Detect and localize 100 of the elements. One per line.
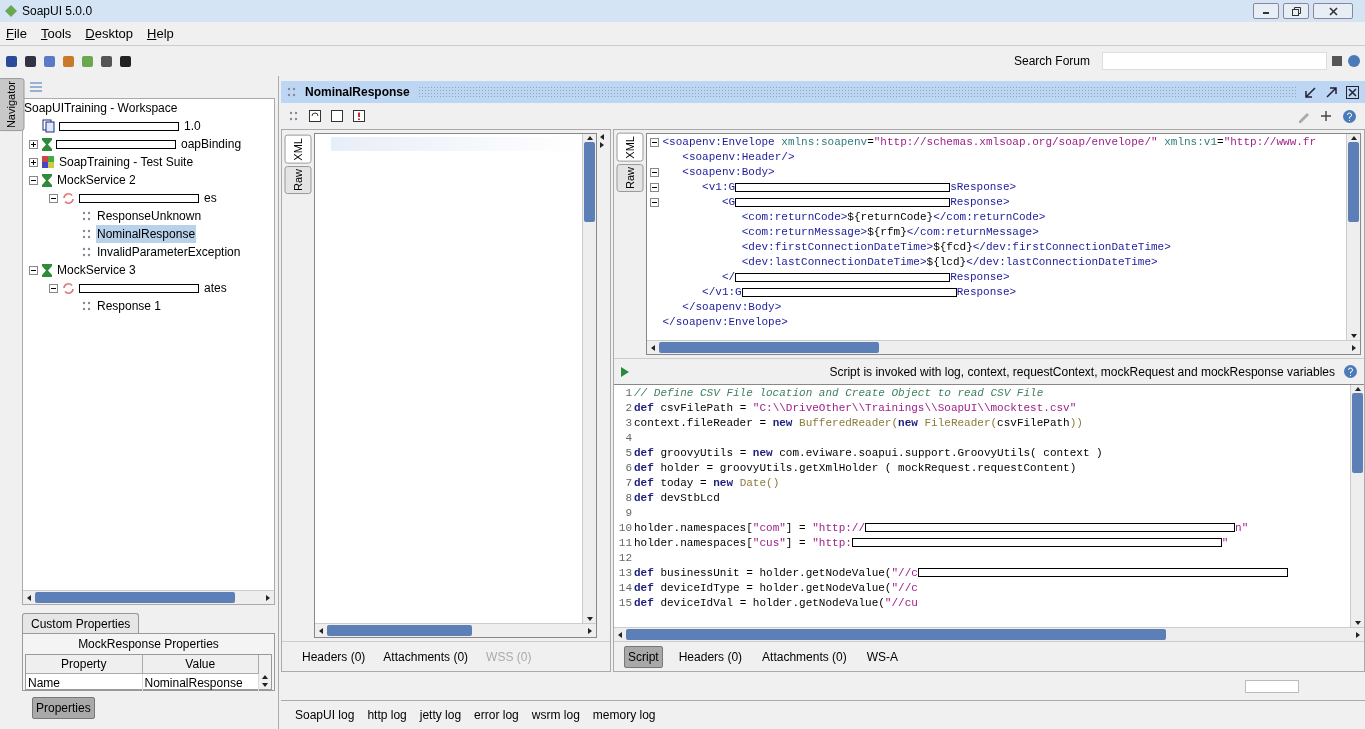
- horizontal-scrollbar[interactable]: [646, 340, 1360, 354]
- code-line: holder.namespaces["com"] = "http://: [634, 520, 866, 536]
- search-field[interactable]: [1102, 52, 1327, 70]
- fold-toggle[interactable]: [650, 198, 659, 207]
- scroll-thumb[interactable]: [326, 625, 472, 636]
- side-tab[interactable]: XML: [617, 133, 644, 162]
- editor-tab[interactable]: WS-A: [862, 645, 903, 668]
- fold-toggle[interactable]: [650, 138, 659, 147]
- minimize-button[interactable]: [1253, 3, 1279, 19]
- maximize-button[interactable]: [1283, 3, 1309, 19]
- scroll-thumb[interactable]: [1352, 393, 1363, 473]
- alert-icon[interactable]: [353, 110, 365, 122]
- scroll-arrow-icon[interactable]: [1353, 385, 1362, 393]
- line-number: 15: [617, 595, 633, 611]
- tree-item[interactable]: es: [203, 189, 218, 207]
- log-tab[interactable]: jetty log: [419, 706, 462, 724]
- tree-item[interactable]: SoapTraining - Test Suite: [58, 153, 195, 171]
- close-icon[interactable]: [1346, 85, 1359, 99]
- expand-toggle[interactable]: [29, 157, 38, 167]
- vertical-scrollbar[interactable]: [1350, 385, 1364, 627]
- scroll-arrow-icon[interactable]: [25, 593, 33, 602]
- scroll-thumb[interactable]: [35, 592, 235, 603]
- scroll-thumb[interactable]: [584, 142, 595, 222]
- collapse-toggle[interactable]: [29, 175, 38, 185]
- editor-tab[interactable]: Script: [624, 645, 663, 668]
- horizontal-scrollbar[interactable]: [614, 627, 1364, 641]
- editor-tab[interactable]: Attachments (0): [381, 647, 471, 666]
- tree-item[interactable]: MockService 2: [56, 171, 137, 189]
- column-header[interactable]: Property: [26, 655, 143, 674]
- tree-item[interactable]: 1.0: [183, 117, 202, 135]
- scroll-arrow-icon[interactable]: [264, 593, 272, 602]
- side-tab[interactable]: XML: [285, 135, 312, 164]
- code-line: def devStbLcd: [634, 490, 720, 506]
- plus-icon[interactable]: [1320, 110, 1332, 122]
- horizontal-scrollbar[interactable]: [23, 590, 274, 604]
- tree-item[interactable]: Response 1: [96, 297, 163, 315]
- vertical-scrollbar[interactable]: [259, 655, 271, 689]
- xml-line: </: [720, 270, 736, 285]
- hourglass-icon: [42, 173, 52, 187]
- script-editor[interactable]: [614, 384, 1364, 641]
- menu-item[interactable]: File: [6, 23, 27, 44]
- xml-line: <G: [720, 195, 736, 210]
- scroll-arrow-icon[interactable]: [616, 630, 624, 639]
- collapse-toggle[interactable]: [29, 265, 38, 275]
- collapse-toggle[interactable]: [49, 283, 58, 293]
- close-button[interactable]: [1313, 3, 1353, 19]
- side-tab[interactable]: Raw: [617, 163, 644, 192]
- line-number: 9: [624, 505, 633, 521]
- fold-toggle[interactable]: [650, 168, 659, 177]
- scroll-thumb[interactable]: [626, 629, 1166, 640]
- script-hint: Script is invoked with log, context, requestContext, mockRequest and mockResponse variables: [829, 363, 1335, 381]
- tree-item[interactable]: SoapUITraining - Workspace: [23, 99, 179, 117]
- refresh-icon[interactable]: [309, 110, 321, 122]
- collapse-toggle[interactable]: [49, 193, 58, 203]
- line-number: 5: [624, 445, 633, 461]
- xml-line: Response>: [950, 270, 1010, 285]
- tree-item[interactable]: ates: [203, 279, 228, 297]
- vertical-scrollbar[interactable]: [1346, 134, 1360, 340]
- vertical-scrollbar[interactable]: [582, 134, 596, 623]
- menu-item[interactable]: Help: [147, 23, 174, 44]
- log-tab[interactable]: memory log: [592, 706, 656, 724]
- dock-icon[interactable]: [1304, 85, 1317, 99]
- play-icon[interactable]: [620, 365, 630, 378]
- search-label: Search Forum: [1013, 53, 1090, 70]
- properties-button[interactable]: Properties: [32, 697, 95, 719]
- soap-icon: [82, 246, 92, 258]
- custom-properties-tab[interactable]: Custom Properties: [22, 613, 140, 633]
- menu-item[interactable]: Tools: [40, 23, 72, 44]
- tree-item[interactable]: oapBinding: [180, 135, 243, 153]
- response-xml-editor[interactable]: [645, 133, 1361, 355]
- square-icon[interactable]: [331, 110, 343, 122]
- navigator-tab[interactable]: Navigator: [0, 78, 25, 132]
- code-line: def deviceIdType = holder.getNodeValue("//c: [634, 580, 918, 596]
- line-number: 2: [624, 400, 633, 416]
- column-header[interactable]: Value: [142, 655, 259, 674]
- tree-item[interactable]: MockService 3: [56, 261, 137, 279]
- tree-item[interactable]: NominalResponse: [96, 225, 197, 243]
- log-tab[interactable]: error log: [474, 706, 519, 724]
- scroll-thumb[interactable]: [658, 342, 879, 353]
- tree-item[interactable]: ResponseUnknown: [96, 207, 203, 225]
- fold-toggle[interactable]: [650, 183, 659, 192]
- soap-icon: [287, 86, 297, 98]
- tree-item[interactable]: InvalidParameterException: [96, 243, 242, 261]
- scroll-thumb[interactable]: [1348, 142, 1359, 222]
- editor-tab[interactable]: Headers (0): [300, 647, 368, 666]
- expand-toggle[interactable]: [29, 139, 38, 149]
- log-tab[interactable]: wsrm log: [531, 706, 580, 724]
- log-tab[interactable]: http log: [367, 706, 407, 724]
- code-line: def holder = groovyUtils.getXmlHolder ( mockRequest.requestContent): [634, 460, 1077, 476]
- editor-tab[interactable]: Headers (0): [674, 645, 747, 668]
- horizontal-scrollbar[interactable]: [314, 623, 596, 637]
- scroll-arrow-icon[interactable]: [1349, 134, 1358, 142]
- side-tab[interactable]: Raw: [285, 165, 312, 194]
- menu-item[interactable]: Desktop: [85, 23, 134, 44]
- xml-line: <soapenv:Body>: [681, 165, 775, 180]
- soap-icon: [82, 228, 92, 240]
- editor-tab[interactable]: Attachments (0): [758, 645, 851, 668]
- xml-line: Response>: [950, 195, 1010, 210]
- log-tab[interactable]: SoapUI log: [295, 706, 355, 724]
- undock-icon[interactable]: [1325, 85, 1338, 99]
